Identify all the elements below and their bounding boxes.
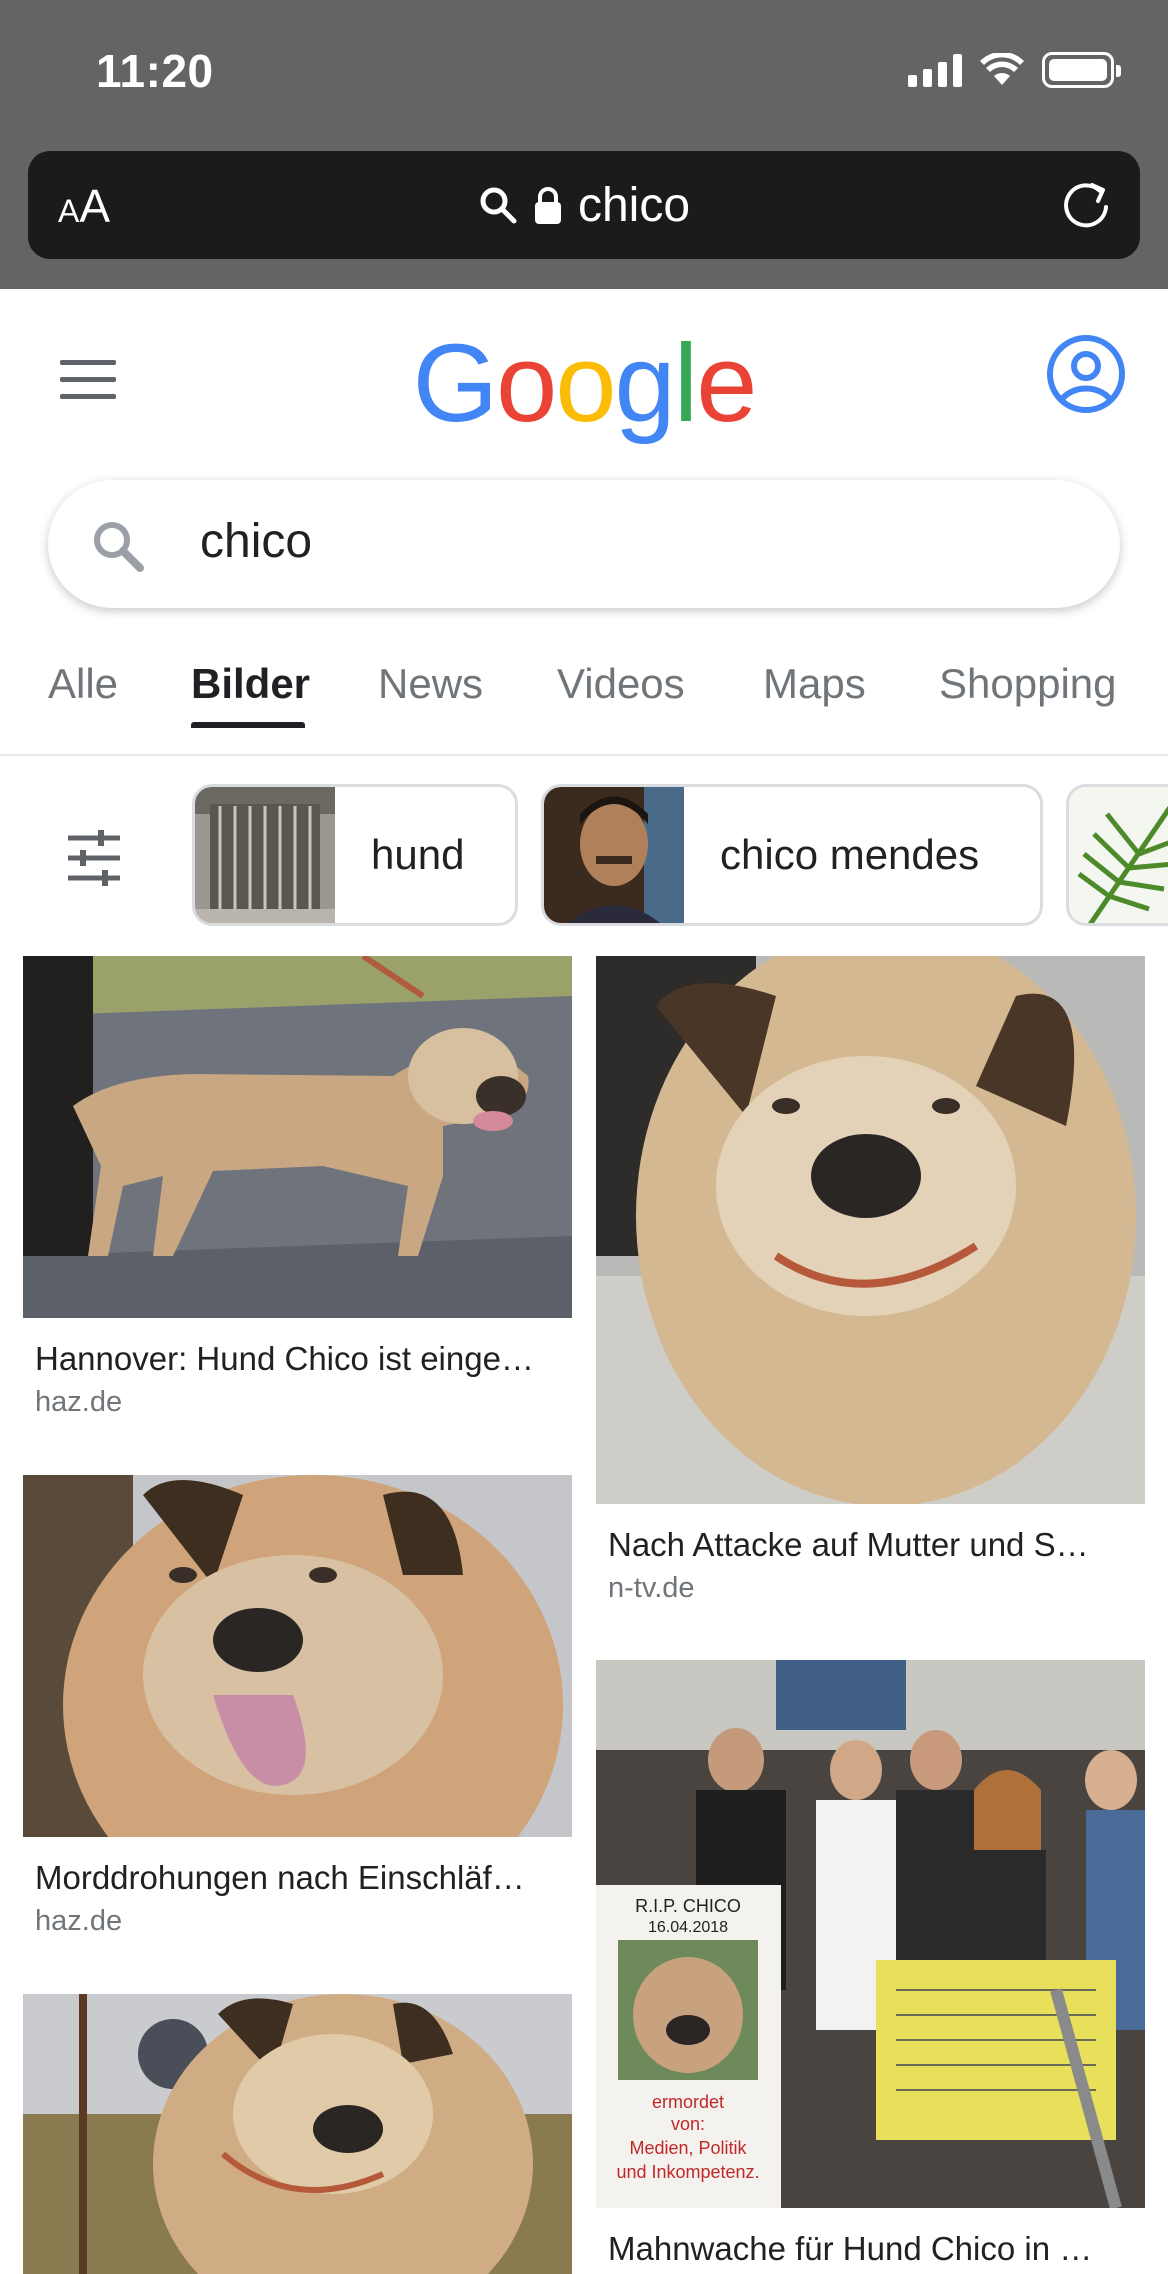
poster-text-2: von: [671, 2114, 705, 2134]
logo-letter: l [673, 322, 698, 445]
logo-letter: e [696, 322, 757, 445]
poster-date-text: 16.04.2018 [648, 1919, 728, 1936]
chip-thumbnail [1069, 787, 1168, 923]
chip-plant[interactable] [1066, 784, 1168, 926]
logo-letter: o [496, 322, 557, 445]
google-logo[interactable]: Google [0, 320, 1168, 447]
chip-hund[interactable]: hund [192, 784, 518, 926]
search-icon [480, 187, 517, 224]
result-image[interactable] [23, 1475, 572, 1837]
result-source: n-tv.de [608, 1572, 695, 1604]
tab-bilder[interactable]: Bilder [191, 660, 310, 708]
image-result-4[interactable]: R.I.P. CHICO 16.04.2018 ermordet von: Me… [596, 1660, 1145, 2274]
search-query: chico [200, 515, 313, 568]
tab-alle[interactable]: Alle [48, 660, 118, 708]
result-title[interactable]: Hannover: Hund Chico ist einge… [35, 1340, 534, 1378]
chip-thumbnail [544, 787, 684, 923]
search-icon [94, 522, 144, 572]
result-source: haz.de [35, 1905, 123, 1937]
yellow-sign [876, 1960, 1116, 2140]
image-result-5[interactable] [23, 1994, 572, 2274]
result-title[interactable]: Mahnwache für Hund Chico in … [608, 2230, 1092, 2268]
browser-chrome: 11:20 AA chico [0, 0, 1168, 289]
chip-label: hund [371, 831, 465, 878]
poster-text-4: und Inkompetenz. [616, 2162, 759, 2182]
image-result-3[interactable]: Morddrohungen nach Einschläf… haz.de [23, 1475, 572, 1955]
tab-news[interactable]: News [378, 660, 483, 708]
image-result-1[interactable]: Hannover: Hund Chico ist einge… haz.de [23, 956, 572, 1436]
result-title[interactable]: Nach Attacke auf Mutter und S… [608, 1526, 1089, 1564]
status-time: 11:20 [96, 45, 214, 97]
wifi-icon [980, 53, 1024, 85]
status-icons [908, 52, 1121, 88]
account-icon[interactable] [1046, 334, 1126, 414]
tab-shopping[interactable]: Shopping [939, 660, 1117, 708]
address-bar[interactable]: AA chico [28, 151, 1140, 259]
active-tab-indicator [191, 722, 305, 728]
battery-icon [1042, 52, 1121, 88]
logo-letter: G [412, 322, 499, 445]
poster-text-1: ermordet [652, 2092, 724, 2112]
related-search-chips: hund chico mendes [0, 784, 1168, 928]
chip-thumbnail [195, 787, 335, 923]
result-image[interactable]: R.I.P. CHICO 16.04.2018 ermordet von: Me… [596, 1660, 1145, 2208]
search-tabs: Alle Bilder News Videos Maps Shopping [0, 640, 1168, 756]
lock-icon [534, 187, 561, 224]
poster-text-3: Medien, Politik [629, 2138, 747, 2158]
search-input[interactable]: chico [48, 480, 1120, 608]
image-result-2[interactable]: Nach Attacke auf Mutter und S… n-tv.de [596, 956, 1145, 1616]
result-image[interactable] [23, 1994, 572, 2274]
logo-letter: o [555, 322, 616, 445]
result-source: haz.de [35, 1386, 123, 1418]
tab-maps[interactable]: Maps [763, 660, 866, 708]
result-image[interactable] [23, 956, 572, 1318]
result-title[interactable]: Morddrohungen nach Einschläf… [35, 1859, 525, 1897]
tab-videos[interactable]: Videos [557, 660, 685, 708]
filter-settings-icon[interactable] [64, 828, 124, 888]
reload-icon[interactable] [1056, 175, 1116, 235]
poster-rip-text: R.I.P. CHICO [635, 1896, 741, 1916]
url-text: chico [577, 178, 691, 232]
url-display[interactable]: chico [28, 151, 1140, 259]
cellular-signal-icon [908, 53, 962, 87]
chip-label: chico mendes [720, 831, 980, 878]
chip-chico-mendes[interactable]: chico mendes [541, 784, 1043, 926]
logo-letter: g [614, 322, 676, 445]
result-image[interactable] [596, 956, 1145, 1504]
